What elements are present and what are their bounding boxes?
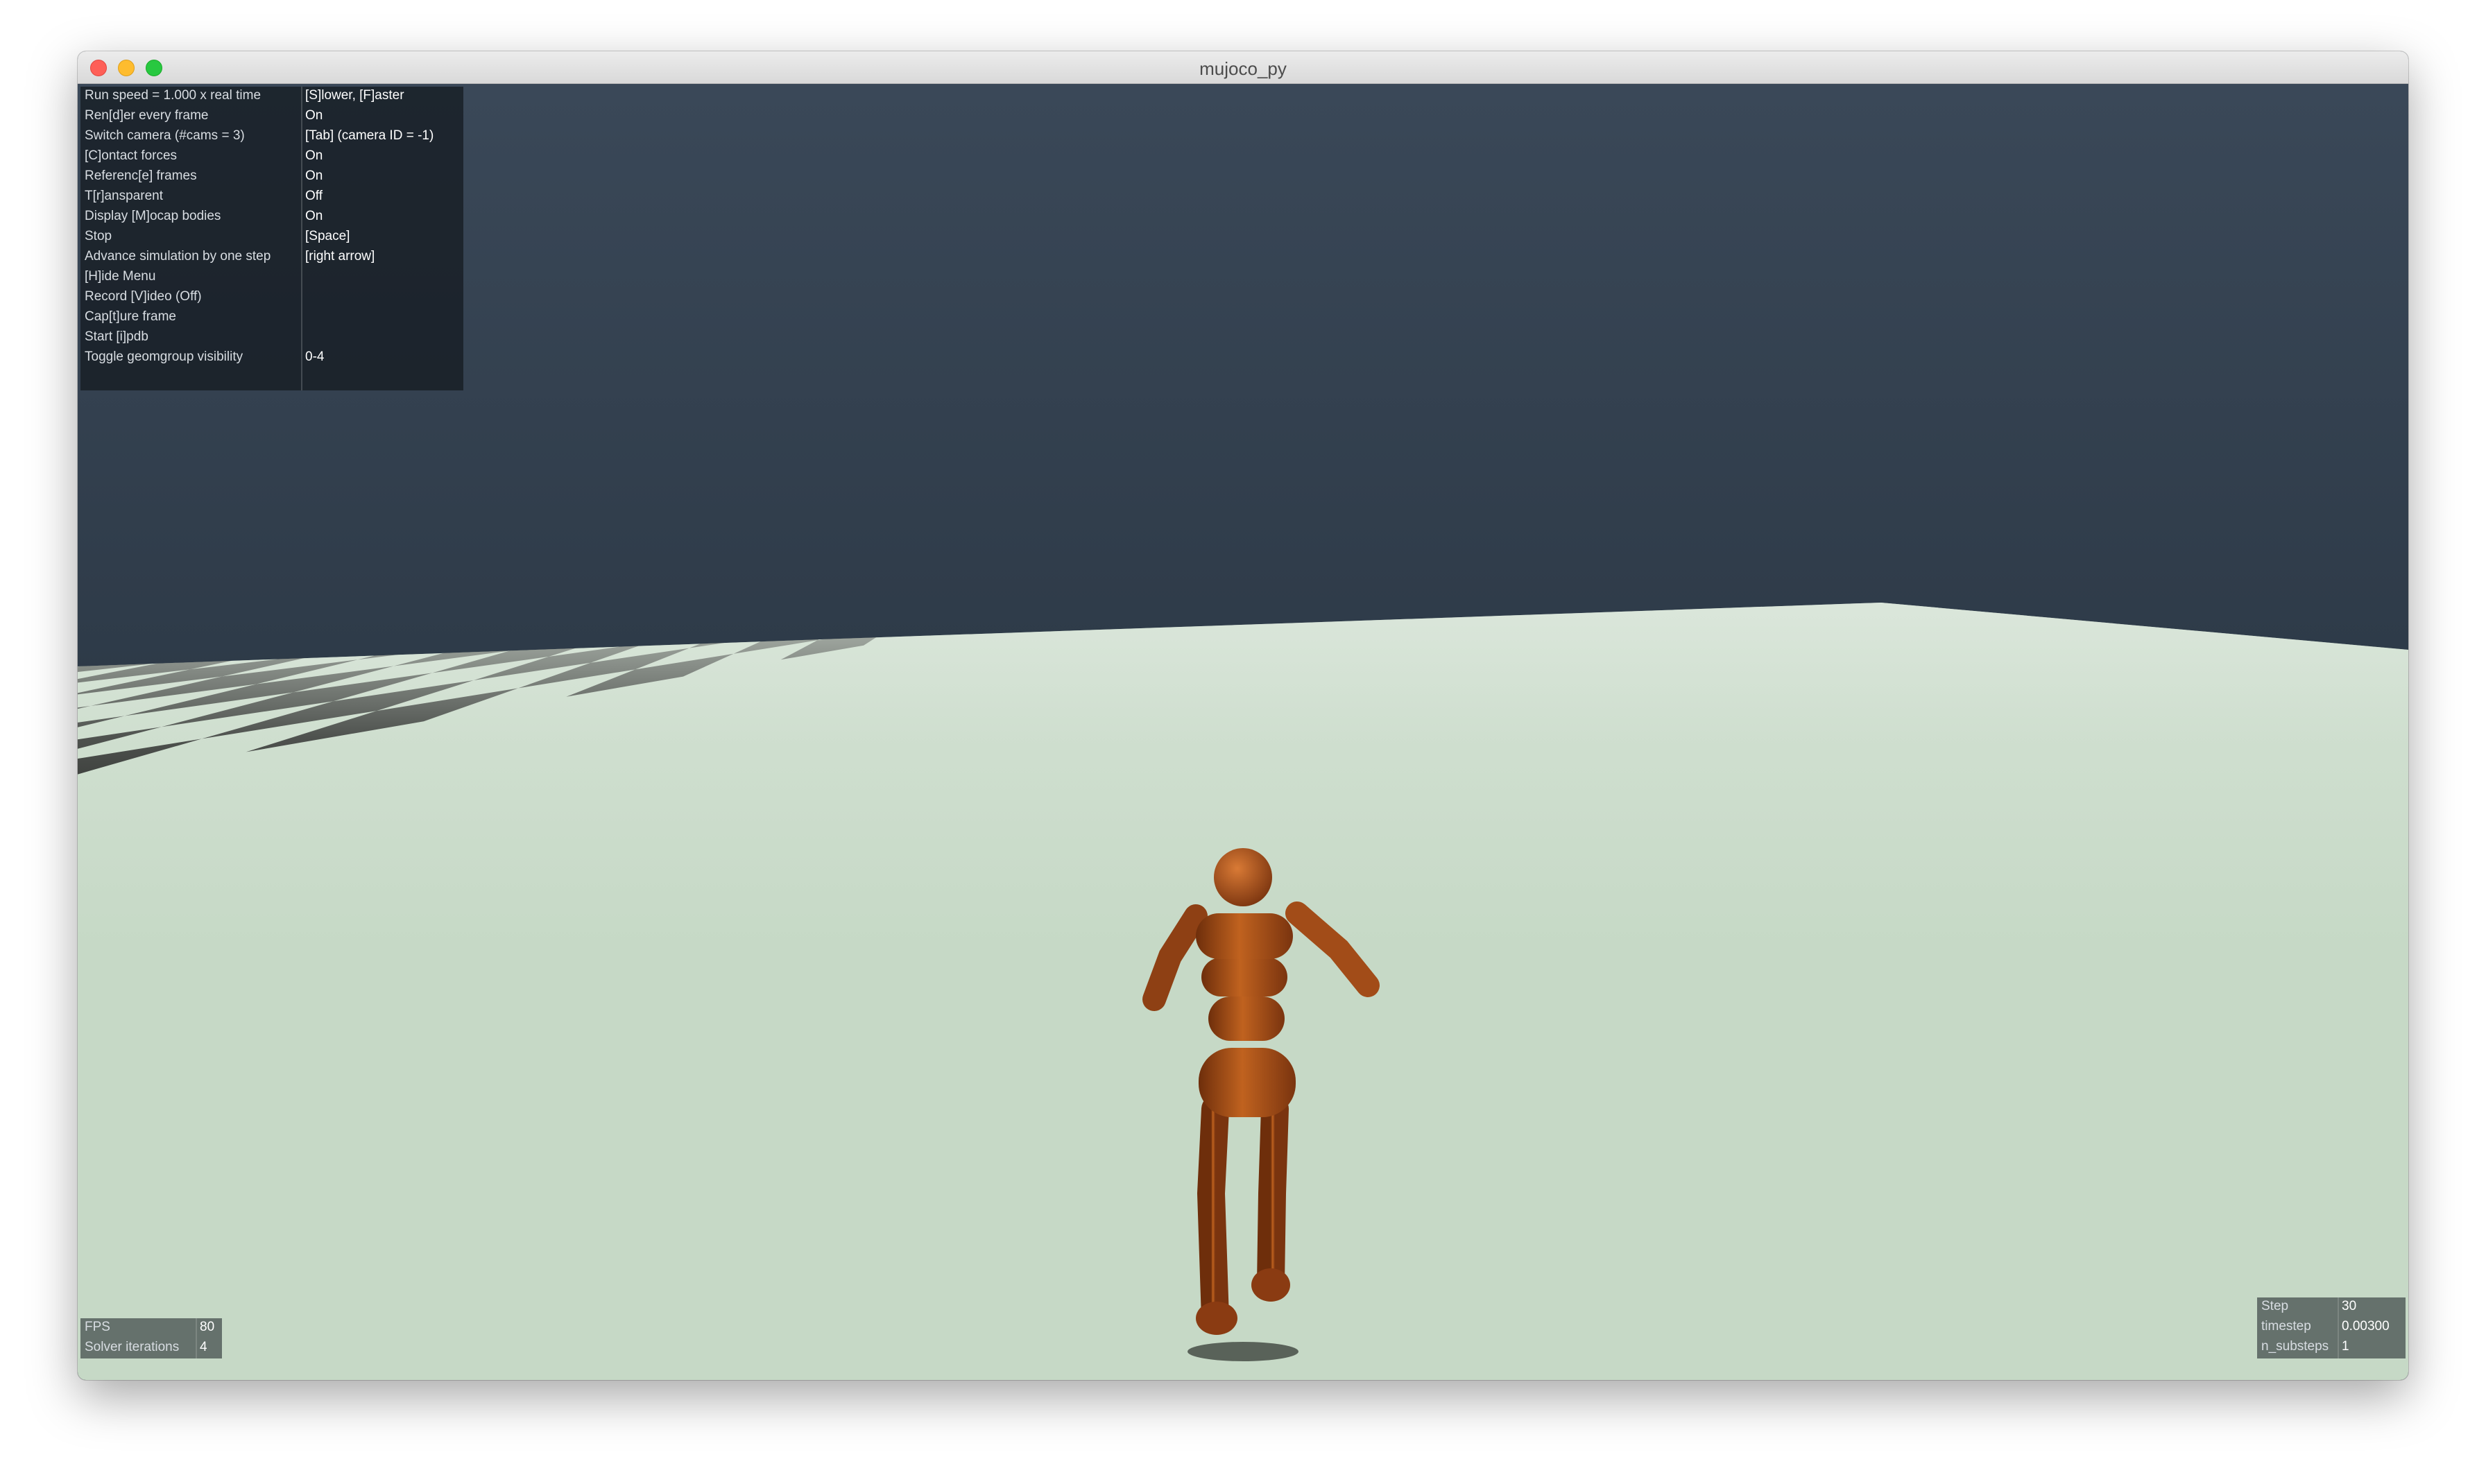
menu-row: Switch camera (#cams = 3) [Tab] (camera I… — [80, 127, 463, 147]
step-row: Step 30 — [2257, 1297, 2406, 1318]
menu-row-label: [C]ontact forces — [85, 148, 178, 163]
menu-row: [H]ide Menu — [80, 268, 463, 288]
menu-row-label: Ren[d]er every frame — [85, 108, 209, 123]
fps-row: FPS 80 — [80, 1318, 222, 1338]
step-value: 30 — [2342, 1299, 2357, 1313]
menu-row-label: Start [i]pdb — [85, 329, 148, 344]
menu-row-value: [right arrow] — [305, 249, 375, 264]
menu-row: Advance simulation by one step [right arr… — [80, 248, 463, 268]
menu-row-value: [Tab] (camera ID = -1) — [305, 128, 434, 143]
menu-row-value: [S]lower, [F]aster — [305, 88, 404, 103]
solver-iterations-row: Solver iterations 4 — [80, 1338, 222, 1358]
app-window: mujoco_py Run speed = 1.000 x real time … — [78, 51, 2408, 1380]
humanoid-lower-waist — [1208, 996, 1285, 1041]
menu-row-label: T[r]ansparent — [85, 189, 163, 203]
humanoid-pelvis — [1199, 1048, 1296, 1117]
step-label: Step — [2261, 1299, 2289, 1313]
menu-row: Cap[t]ure frame — [80, 308, 463, 328]
menu-row-value: [Space] — [305, 229, 350, 243]
menu-row: Referenc[e] frames On — [80, 167, 463, 187]
title-bar: mujoco_py — [78, 51, 2408, 84]
simulation-viewport[interactable]: Run speed = 1.000 x real time [S]lower, [… — [78, 84, 2408, 1380]
menu-row: Toggle geomgroup visibility 0-4 — [80, 348, 463, 368]
menu-row-label: Cap[t]ure frame — [85, 309, 176, 324]
fps-value: 80 — [200, 1320, 215, 1334]
humanoid-head — [1214, 848, 1272, 906]
keyboard-shortcut-menu: Run speed = 1.000 x real time [S]lower, [… — [80, 87, 463, 390]
menu-row-value: On — [305, 209, 323, 223]
menu-row-value: 0-4 — [305, 350, 325, 364]
menu-row-label: Stop — [85, 229, 112, 243]
humanoid-left-foot — [1196, 1302, 1237, 1335]
menu-row: Ren[d]er every frame On — [80, 107, 463, 127]
menu-row: Run speed = 1.000 x real time [S]lower, [… — [80, 87, 463, 107]
humanoid-right-leg — [1257, 1095, 1289, 1297]
menu-row: Record [V]ideo (Off) — [80, 288, 463, 308]
humanoid-torso — [1196, 913, 1293, 959]
performance-info-panel: FPS 80 Solver iterations 4 — [80, 1318, 222, 1358]
menu-row-label: Run speed = 1.000 x real time — [85, 88, 262, 103]
menu-row: Stop [Space] — [80, 227, 463, 248]
menu-row-label: Toggle geomgroup visibility — [85, 350, 243, 364]
humanoid-left-leg — [1197, 1095, 1229, 1332]
menu-row: [C]ontact forces On — [80, 147, 463, 167]
timestep-value: 0.00300 — [2342, 1319, 2390, 1334]
simulation-step-info-panel: Step 30 timestep 0.00300 n_substeps 1 — [2257, 1297, 2406, 1358]
n-substeps-value: 1 — [2342, 1339, 2349, 1354]
menu-row-label: Referenc[e] frames — [85, 169, 197, 183]
n-substeps-label: n_substeps — [2261, 1339, 2329, 1354]
menu-row-label: Record [V]ideo (Off) — [85, 289, 202, 304]
n-substeps-row: n_substeps 1 — [2257, 1338, 2406, 1358]
menu-row-value: On — [305, 148, 323, 163]
menu-row: Display [M]ocap bodies On — [80, 207, 463, 227]
menu-row-value: On — [305, 108, 323, 123]
humanoid-shadow — [1188, 1342, 1298, 1361]
timestep-label: timestep — [2261, 1319, 2311, 1334]
window-title: mujoco_py — [1199, 58, 1287, 79]
menu-row-value: Off — [305, 189, 323, 203]
humanoid-waist — [1201, 958, 1287, 996]
menu-row-value: On — [305, 169, 323, 183]
menu-row-label: Display [M]ocap bodies — [85, 209, 221, 223]
menu-row: Start [i]pdb — [80, 328, 463, 348]
timestep-row: timestep 0.00300 — [2257, 1318, 2406, 1338]
solver-iterations-label: Solver iterations — [85, 1340, 180, 1354]
menu-row-label: Switch camera (#cams = 3) — [85, 128, 245, 143]
humanoid-right-foot — [1251, 1268, 1290, 1302]
menu-row: T[r]ansparent Off — [80, 187, 463, 207]
menu-row-label: Advance simulation by one step — [85, 249, 271, 264]
menu-row-label: [H]ide Menu — [85, 269, 156, 284]
solver-iterations-value: 4 — [200, 1340, 207, 1354]
fps-label: FPS — [85, 1320, 110, 1334]
